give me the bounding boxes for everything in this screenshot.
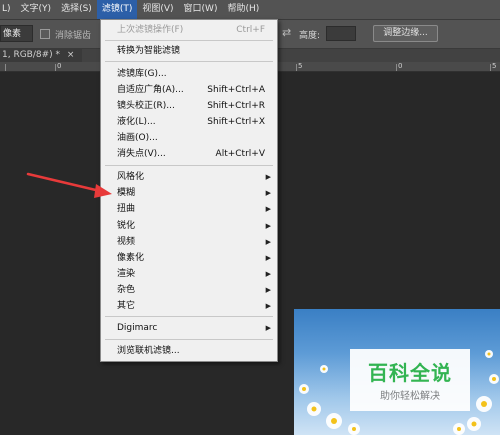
watermark-title: 百科全说 (368, 361, 452, 385)
document-tab-label: 1, RGB/8#) * (2, 50, 61, 60)
submenu-arrow-icon: ▶ (265, 324, 271, 332)
menu-item-pixelate[interactable]: 像素化 ▶ (101, 250, 277, 266)
filter-dropdown-menu: 上次滤镜操作(F) Ctrl+F 转换为智能滤镜 滤镜库(G)... 自适应广角… (100, 19, 278, 362)
menu-item-digimarc[interactable]: Digimarc ▶ (101, 320, 277, 336)
menu-item-video[interactable]: 视频 ▶ (101, 234, 277, 250)
submenu-arrow-icon: ▶ (265, 189, 271, 197)
menu-bar: L) 文字(Y) 选择(S) 滤镜(T) 视图(V) 窗口(W) 帮助(H) (0, 0, 500, 20)
ruler-tick (396, 64, 397, 71)
anti-alias-checkbox[interactable] (40, 29, 50, 39)
menu-separator (105, 316, 273, 317)
ruler-tick (296, 64, 297, 71)
ruler-tick (55, 64, 56, 71)
menu-window[interactable]: 窗口(W) (179, 0, 223, 19)
menu-item-filter-gallery[interactable]: 滤镜库(G)... (101, 66, 277, 82)
menu-view[interactable]: 视图(V) (137, 0, 178, 19)
menu-item-browse-online-filters[interactable]: 浏览联机滤镜... (101, 343, 277, 359)
watermark: 百科全说 助你轻松解决 (350, 349, 470, 411)
submenu-arrow-icon: ▶ (265, 254, 271, 262)
menu-item-sharpen[interactable]: 锐化 ▶ (101, 218, 277, 234)
submenu-arrow-icon: ▶ (265, 222, 271, 230)
submenu-arrow-icon: ▶ (265, 205, 271, 213)
menu-type-partial[interactable]: L) (0, 0, 16, 19)
menu-select[interactable]: 选择(S) (56, 0, 97, 19)
submenu-arrow-icon: ▶ (265, 286, 271, 294)
submenu-arrow-icon: ▶ (265, 238, 271, 246)
ruler-number: 0 (398, 62, 403, 70)
ruler-tick (5, 64, 6, 71)
menu-item-distort[interactable]: 扭曲 ▶ (101, 201, 277, 217)
document-image: 百科全说 助你轻松解决 (294, 309, 500, 435)
menu-item-lens-correction[interactable]: 镜头校正(R)... Shift+Ctrl+R (101, 98, 277, 114)
ruler-number: 5 (492, 62, 497, 70)
menu-item-other[interactable]: 其它 ▶ (101, 298, 277, 314)
swap-icon[interactable]: ⇄ (282, 26, 291, 39)
menu-item-last-filter: 上次滤镜操作(F) Ctrl+F (117, 25, 265, 35)
anti-alias-label: 消除锯齿 (55, 31, 92, 41)
menu-item-vanishing-point[interactable]: 消失点(V)... Alt+Ctrl+V (101, 146, 277, 162)
menu-separator (105, 40, 273, 41)
menu-item-oil-paint[interactable]: 油画(O)... (101, 130, 277, 146)
close-tab-icon[interactable]: × (67, 50, 75, 60)
menu-filter[interactable]: 滤镜(T) (96, 0, 138, 19)
feather-unit-field[interactable]: 像素 (0, 25, 33, 42)
watermark-subtitle: 助你轻松解决 (380, 391, 440, 402)
menu-item-convert-smart-filter[interactable]: 转换为智能滤镜 (101, 43, 277, 59)
ruler-tick (490, 64, 491, 71)
menu-item-stylize[interactable]: 风格化 ▶ (101, 169, 277, 185)
submenu-arrow-icon: ▶ (265, 173, 271, 181)
menu-item-adaptive-wide-angle[interactable]: 自适应广角(A)... Shift+Ctrl+A (101, 82, 277, 98)
menu-help[interactable]: 帮助(H) (222, 0, 264, 19)
menu-separator (105, 339, 273, 340)
refine-edge-button[interactable]: 调整边缘... (373, 25, 438, 42)
submenu-arrow-icon: ▶ (265, 270, 271, 278)
menu-separator (105, 61, 273, 62)
menu-type[interactable]: 文字(Y) (16, 0, 57, 19)
document-tab[interactable]: 1, RGB/8#) * × (0, 49, 82, 62)
menu-item-liquify[interactable]: 液化(L)... Shift+Ctrl+X (101, 114, 277, 130)
menu-separator (105, 165, 273, 166)
menu-item-blur[interactable]: 模糊 ▶ (101, 185, 277, 201)
menu-item-render[interactable]: 渲染 ▶ (101, 266, 277, 282)
height-label: 高度: (299, 31, 321, 41)
ruler-number: 5 (298, 62, 303, 70)
height-input[interactable] (326, 26, 356, 41)
menu-item-noise[interactable]: 杂色 ▶ (101, 282, 277, 298)
submenu-arrow-icon: ▶ (265, 302, 271, 310)
ruler-number: 0 (57, 62, 62, 70)
